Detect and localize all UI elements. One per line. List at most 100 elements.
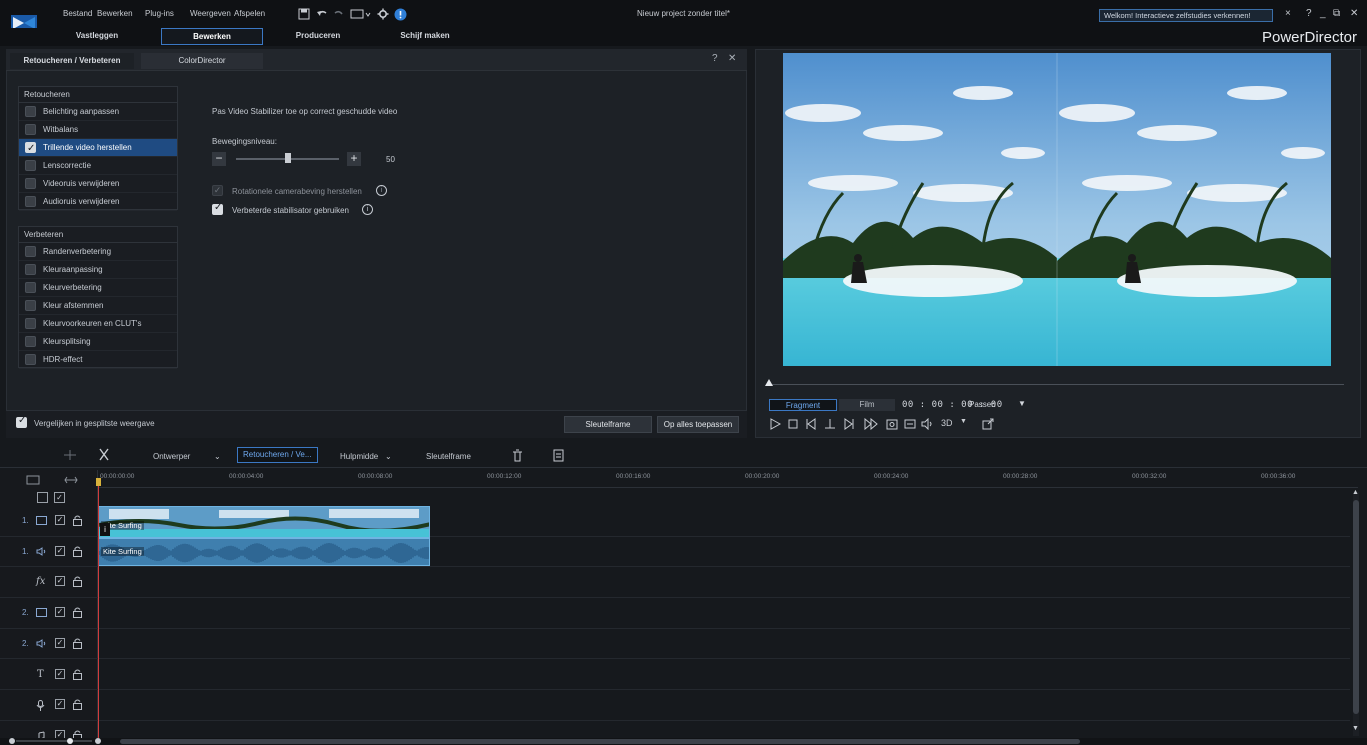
close-welcome-icon[interactable]: × (1285, 8, 1291, 19)
enhanced-stabilizer-checkbox[interactable] (212, 202, 223, 215)
scroll-down-icon[interactable]: ▼ (1352, 725, 1359, 732)
track-lock-icon[interactable] (73, 515, 82, 526)
play-icon[interactable] (769, 418, 783, 432)
zoom-fit-select[interactable]: Passen (969, 400, 996, 409)
retouch-checkbox[interactable] (25, 124, 36, 135)
motion-slider-thumb[interactable] (284, 153, 291, 163)
menu-edit[interactable]: Bewerken (97, 9, 133, 18)
help-button[interactable]: ? (1306, 8, 1312, 19)
tools-menu[interactable]: Hulpmidde (340, 452, 378, 461)
keyframe-button[interactable]: Sleutelframe (564, 416, 652, 433)
track-enable-checkbox[interactable]: ✓ (55, 699, 65, 710)
horizontal-scroll-thumb[interactable] (120, 739, 1080, 744)
enhance-option[interactable]: Kleursplitsing (19, 333, 177, 351)
track-manager-icon[interactable] (26, 475, 40, 485)
retouch-option[interactable]: Lenscorrectie (19, 157, 177, 175)
enhance-checkbox[interactable] (25, 282, 36, 293)
timeline-zoom-slider[interactable] (8, 737, 101, 745)
enhanced-stabilizer-option[interactable]: Verbeterde stabilisator gebruiken i (212, 202, 392, 218)
tab-movie-mode[interactable]: Film (839, 399, 895, 411)
enhance-option[interactable]: Kleuraanpassing (19, 261, 177, 279)
video-clip[interactable]: Kite Surfing (98, 506, 430, 538)
retouch-option[interactable]: Witbalans (19, 121, 177, 139)
enhance-option[interactable]: Kleur afstemmen (19, 297, 177, 315)
rotational-info-icon[interactable]: i (376, 185, 387, 196)
designer-menu[interactable]: Ontwerper (153, 452, 190, 461)
chevron-down-icon[interactable]: ▼ (1018, 399, 1026, 408)
playhead-handle[interactable] (96, 478, 101, 486)
menu-playback[interactable]: Afspelen (234, 9, 265, 18)
enhance-option[interactable]: HDR-effect (19, 351, 177, 369)
vertical-scroll-thumb[interactable] (1353, 500, 1359, 714)
preview-scrubber-track[interactable] (771, 384, 1344, 385)
panel-help-button[interactable]: ? (712, 53, 718, 64)
menu-plugins[interactable]: Plug-ins (145, 9, 174, 18)
clip-list-icon[interactable] (553, 449, 564, 462)
rotational-shake-option[interactable]: ✓ Rotationele camerabeving herstellen i (212, 185, 392, 199)
video-preview[interactable] (783, 53, 1331, 366)
enhance-option[interactable]: Kleurverbetering (19, 279, 177, 297)
track-lock-icon[interactable] (73, 699, 82, 711)
enhance-checkbox[interactable] (25, 354, 36, 365)
delete-trash-icon[interactable] (512, 449, 523, 462)
enhance-checkbox[interactable] (25, 300, 36, 311)
panel-close-icon[interactable]: ✕ (728, 53, 736, 64)
track-lock-icon[interactable] (73, 638, 82, 649)
retouch-option[interactable]: Audioruis verwijderen (19, 193, 177, 211)
timeline-track-audio[interactable] (0, 629, 1350, 660)
tab-clip-mode[interactable]: Fragment (769, 399, 837, 411)
designer-chevron-down-icon[interactable]: ⌄ (214, 452, 221, 461)
snapshot-icon[interactable] (886, 418, 900, 432)
all-tracks-checkbox[interactable] (37, 492, 48, 503)
retouch-checkbox[interactable] (25, 196, 36, 207)
enhance-checkbox[interactable] (25, 246, 36, 257)
menu-view[interactable]: Weergeven (190, 9, 231, 18)
add-track-icon[interactable] (63, 449, 77, 461)
tab-produce[interactable]: Produceren (278, 28, 358, 45)
menu-file[interactable]: Bestand (63, 9, 92, 18)
timeline-keyframe-button[interactable]: Sleutelframe (426, 452, 471, 461)
scroll-up-icon[interactable]: ▲ (1352, 489, 1359, 496)
undo-icon[interactable] (316, 8, 330, 22)
enhance-option[interactable]: Kleurvoorkeuren en CLUT's (19, 315, 177, 333)
tab-edit[interactable]: Bewerken (161, 28, 263, 45)
track-lock-icon[interactable] (73, 576, 82, 588)
tab-capture[interactable]: Vastleggen (57, 28, 137, 45)
preview-scrubber-handle[interactable] (765, 379, 773, 386)
all-tracks-enable-checkbox[interactable]: ✓ (54, 492, 65, 503)
redo-icon[interactable] (333, 8, 347, 22)
tab-create-disc[interactable]: Schijf maken (385, 28, 465, 45)
restore-icon[interactable]: ⧉ (1333, 8, 1340, 19)
notification-icon[interactable] (394, 8, 408, 22)
fast-forward-icon[interactable] (864, 418, 878, 432)
rotational-checkbox[interactable]: ✓ (212, 185, 223, 196)
timeline-track-title[interactable] (0, 660, 1350, 691)
audio-clip[interactable]: Kite Surfing (98, 538, 430, 566)
stop-icon[interactable] (787, 418, 801, 432)
timeline-track-voice[interactable] (0, 690, 1350, 721)
fix-enhance-tool-button[interactable]: Retoucheren / Ve... (237, 447, 318, 463)
enhanced-info-icon[interactable]: i (362, 204, 373, 215)
track-enable-checkbox[interactable]: ✓ (55, 545, 65, 556)
tab-fix-enhance[interactable]: Retoucheren / Verbeteren (10, 53, 134, 69)
apply-to-all-button[interactable]: Op alles toepassen (657, 416, 739, 433)
motion-decrease-button[interactable]: − (212, 152, 226, 166)
minimize-icon[interactable]: _ (1320, 8, 1326, 19)
close-window-icon[interactable]: ✕ (1350, 8, 1358, 19)
tab-colordirector[interactable]: ColorDirector (141, 53, 263, 69)
track-lock-icon[interactable] (73, 669, 82, 680)
motion-increase-button[interactable]: + (347, 152, 361, 166)
timeline-playhead[interactable] (98, 478, 99, 740)
enhance-checkbox[interactable] (25, 264, 36, 275)
enhance-checkbox[interactable] (25, 318, 36, 329)
retouch-checkbox[interactable] (25, 178, 36, 189)
track-lock-icon[interactable] (73, 546, 82, 557)
timeline-track-video[interactable] (0, 598, 1350, 629)
3d-mode-toggle[interactable]: 3D (941, 418, 953, 428)
retouch-checkbox[interactable] (25, 106, 36, 117)
previous-frame-icon[interactable] (805, 418, 819, 432)
tools-chevron-down-icon[interactable]: ⌄ (385, 452, 392, 461)
retouch-checkbox[interactable] (25, 140, 36, 157)
save-icon[interactable] (298, 8, 312, 22)
next-frame-icon[interactable] (843, 418, 857, 432)
